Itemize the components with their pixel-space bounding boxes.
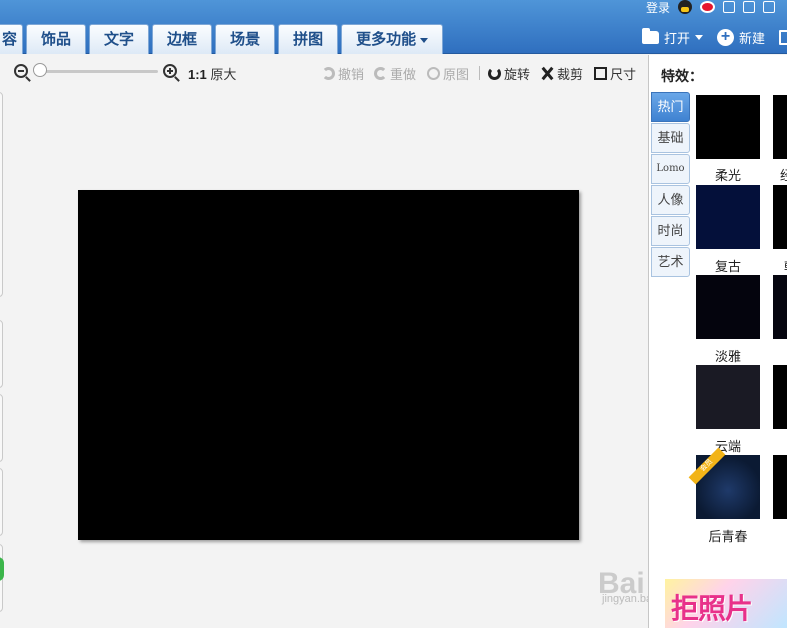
ratio-label: 1:1	[188, 67, 207, 82]
save-button[interactable]	[779, 29, 787, 45]
left-tool-panel[interactable]	[0, 92, 3, 297]
document-icon[interactable]	[723, 1, 735, 13]
original-image-button[interactable]: 原图	[427, 64, 469, 83]
category-tab-lomo[interactable]: Lomo	[651, 154, 690, 184]
tab-text[interactable]: 文字	[89, 24, 150, 54]
original-size-label: 原大	[210, 67, 237, 82]
left-tool-button[interactable]	[0, 394, 3, 462]
original-label: 原图	[443, 67, 470, 82]
main-tabs: 容 饰品 文字 边框 场景 拼图 更多功能	[0, 22, 446, 54]
effect-thumb-cloud[interactable]	[696, 365, 760, 429]
open-label: 打开	[663, 30, 690, 46]
redo-button[interactable]: 重做	[374, 64, 416, 83]
save-icon	[779, 29, 787, 45]
tab-frame[interactable]: 边框	[152, 24, 213, 54]
open-button[interactable]: 打开	[641, 27, 703, 47]
effect-thumb-partial[interactable]	[773, 365, 787, 429]
rotate-button[interactable]: 旋转	[488, 64, 530, 83]
message-icon[interactable]	[743, 1, 755, 13]
left-tool-button[interactable]	[0, 320, 3, 388]
tab-beauty[interactable]: 容	[0, 24, 24, 54]
size-button[interactable]: 尺寸	[594, 64, 636, 83]
effect-label: 云端	[714, 439, 741, 454]
panel-title: 特效：	[661, 68, 703, 84]
minimize-icon[interactable]	[763, 1, 775, 13]
edit-toolbar: 1:1 原大 撤销 重做 原图 旋转 裁剪 尺寸	[0, 54, 648, 90]
zoom-out-icon[interactable]	[14, 64, 28, 78]
crop-label: 裁剪	[557, 67, 584, 82]
rotate-icon	[488, 67, 501, 80]
category-tab-art[interactable]: 艺术	[651, 247, 690, 277]
tab-decorations[interactable]: 饰品	[26, 24, 87, 54]
circle-icon	[427, 67, 440, 80]
rotate-label: 旋转	[504, 67, 531, 82]
undo-icon	[322, 67, 335, 80]
effect-label: 后青春	[708, 529, 748, 544]
left-tool-button[interactable]	[0, 468, 3, 536]
login-link[interactable]: 登录	[646, 0, 670, 16]
effect-thumb-partial[interactable]	[773, 275, 787, 339]
qq-icon[interactable]	[678, 0, 692, 14]
promo-banner[interactable]: 拒照片	[665, 579, 787, 628]
redo-icon	[374, 67, 387, 80]
effect-thumb-vintage[interactable]	[696, 185, 760, 249]
category-tab-hot[interactable]: 热门	[651, 92, 690, 122]
effect-label: 复古	[714, 259, 741, 274]
zoom-slider-track[interactable]	[35, 70, 158, 73]
undo-button[interactable]: 撤销	[322, 64, 364, 83]
zoom-slider-thumb[interactable]	[33, 63, 47, 77]
resize-icon	[594, 67, 607, 80]
promo-banner-text: 拒照片	[671, 593, 753, 624]
size-label: 尺寸	[610, 67, 637, 82]
photo-canvas[interactable]	[78, 190, 579, 540]
weibo-icon[interactable]	[700, 1, 715, 13]
effects-panel: 特效： 热门 基础 Lomo 人像 时尚 艺术 柔光 经 复古 朝 淡雅 云端 …	[648, 55, 787, 628]
effect-thumb-elegant[interactable]	[696, 275, 760, 339]
toolbar-divider	[479, 66, 480, 80]
effect-thumb-partial[interactable]	[773, 455, 787, 519]
effect-label-partial: 经	[780, 168, 787, 183]
category-tab-fashion[interactable]: 时尚	[651, 216, 690, 246]
new-button[interactable]: + 新建	[716, 28, 765, 47]
effect-label: 柔光	[714, 168, 741, 183]
new-label: 新建	[738, 30, 765, 46]
scissors-icon	[541, 67, 554, 80]
undo-label: 撤销	[338, 67, 365, 82]
effect-thumb-youth[interactable]: 会员	[688, 447, 760, 519]
tab-collage[interactable]: 拼图	[278, 24, 339, 54]
plus-icon: +	[716, 28, 734, 46]
category-tab-portrait[interactable]: 人像	[651, 185, 690, 215]
top-bar: 容 饰品 文字 边框 场景 拼图 更多功能 登录 打开 + 新建	[0, 0, 787, 54]
effect-thumb-partial[interactable]	[773, 185, 787, 249]
effect-thumb-soft-light[interactable]	[696, 95, 760, 159]
zoom-in-icon[interactable]	[163, 64, 177, 78]
tab-more-label: 更多功能	[356, 31, 417, 48]
chevron-down-icon[interactable]	[694, 34, 703, 40]
tab-more-features[interactable]: 更多功能	[341, 24, 444, 54]
effect-thumb-partial[interactable]	[773, 95, 787, 159]
chevron-down-icon	[420, 37, 429, 43]
actual-size-button[interactable]: 1:1 原大	[188, 64, 236, 83]
category-tab-basic[interactable]: 基础	[651, 123, 690, 153]
folder-icon	[641, 27, 659, 44]
redo-label: 重做	[390, 67, 417, 82]
account-links: 登录	[646, 0, 775, 16]
effect-label: 淡雅	[714, 349, 741, 364]
tab-scene[interactable]: 场景	[215, 24, 276, 54]
green-handle-icon[interactable]	[0, 557, 4, 581]
file-buttons: 打开 + 新建	[641, 26, 787, 48]
crop-button[interactable]: 裁剪	[541, 64, 583, 83]
